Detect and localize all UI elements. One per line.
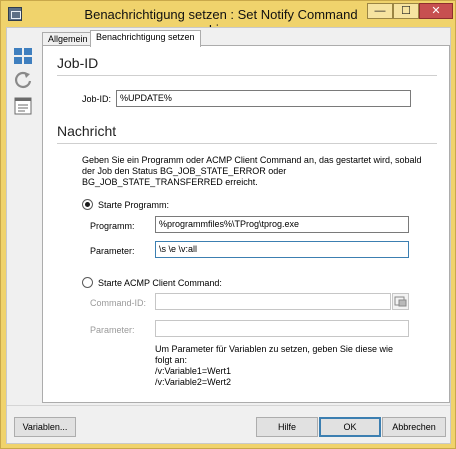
program-parameter-label: Parameter: <box>90 246 135 256</box>
sidebar <box>7 28 39 403</box>
app-icon <box>8 7 22 21</box>
title-bar[interactable]: Benachrichtigung setzen : Set Notify Com… <box>1 1 455 37</box>
ok-button[interactable]: OK <box>319 417 381 437</box>
minimize-button[interactable]: — <box>367 3 393 19</box>
command-id-input[interactable] <box>155 293 391 310</box>
start-program-label[interactable]: Starte Programm: <box>98 200 169 210</box>
windows-grid-icon[interactable] <box>13 46 33 66</box>
help-button[interactable]: Hilfe <box>256 417 318 437</box>
job-id-label: Job-ID: <box>82 94 112 104</box>
hint-line: Um Parameter für Variablen zu setzen, ge… <box>155 344 393 354</box>
dialog-window: Benachrichtigung setzen : Set Notify Com… <box>0 0 456 449</box>
divider <box>57 75 437 76</box>
command-parameter-label: Parameter: <box>90 325 135 335</box>
refresh-icon[interactable] <box>13 70 33 90</box>
job-id-input[interactable]: %UPDATE% <box>116 90 411 107</box>
command-parameter-input[interactable] <box>155 320 409 337</box>
command-picker-button[interactable] <box>392 293 409 310</box>
hint-line: folgt an: <box>155 355 188 365</box>
job-id-heading: Job-ID <box>57 55 99 71</box>
divider <box>57 143 437 144</box>
cancel-button[interactable]: Abbrechen <box>382 417 446 437</box>
footer-divider <box>7 405 450 406</box>
hint-line: /v:Variable2=Wert2 <box>155 377 231 387</box>
start-program-radio[interactable] <box>82 199 93 210</box>
variables-button[interactable]: Variablen... <box>14 417 76 437</box>
maximize-button[interactable]: ☐ <box>393 3 419 19</box>
close-button[interactable]: ✕ <box>419 3 453 19</box>
command-id-label: Command-ID: <box>90 298 147 308</box>
picker-icon <box>394 296 407 307</box>
start-client-command-radio[interactable] <box>82 277 93 288</box>
program-label: Programm: <box>90 221 135 231</box>
hint-line: /v:Variable1=Wert1 <box>155 366 231 376</box>
description-text: Geben Sie ein Programm oder ACMP Client … <box>82 155 422 187</box>
dialog-client-area: Allgemein Benachrichtigung setzen Job-ID… <box>6 27 451 444</box>
tab-allgemein[interactable]: Allgemein <box>42 32 94 46</box>
form-icon[interactable] <box>13 96 33 116</box>
program-input[interactable]: %programmfiles%\TProg\tprog.exe <box>155 216 409 233</box>
tab-panel: Job-ID Job-ID: %UPDATE% Nachricht Geben … <box>42 45 450 403</box>
program-parameter-input[interactable]: \s \e \v:all <box>155 241 409 258</box>
nachricht-heading: Nachricht <box>57 123 117 139</box>
tab-benachrichtigung-setzen[interactable]: Benachrichtigung setzen <box>90 30 201 47</box>
parameter-hint: Um Parameter für Variablen zu setzen, ge… <box>155 344 415 388</box>
start-client-command-label[interactable]: Starte ACMP Client Command: <box>98 278 222 288</box>
